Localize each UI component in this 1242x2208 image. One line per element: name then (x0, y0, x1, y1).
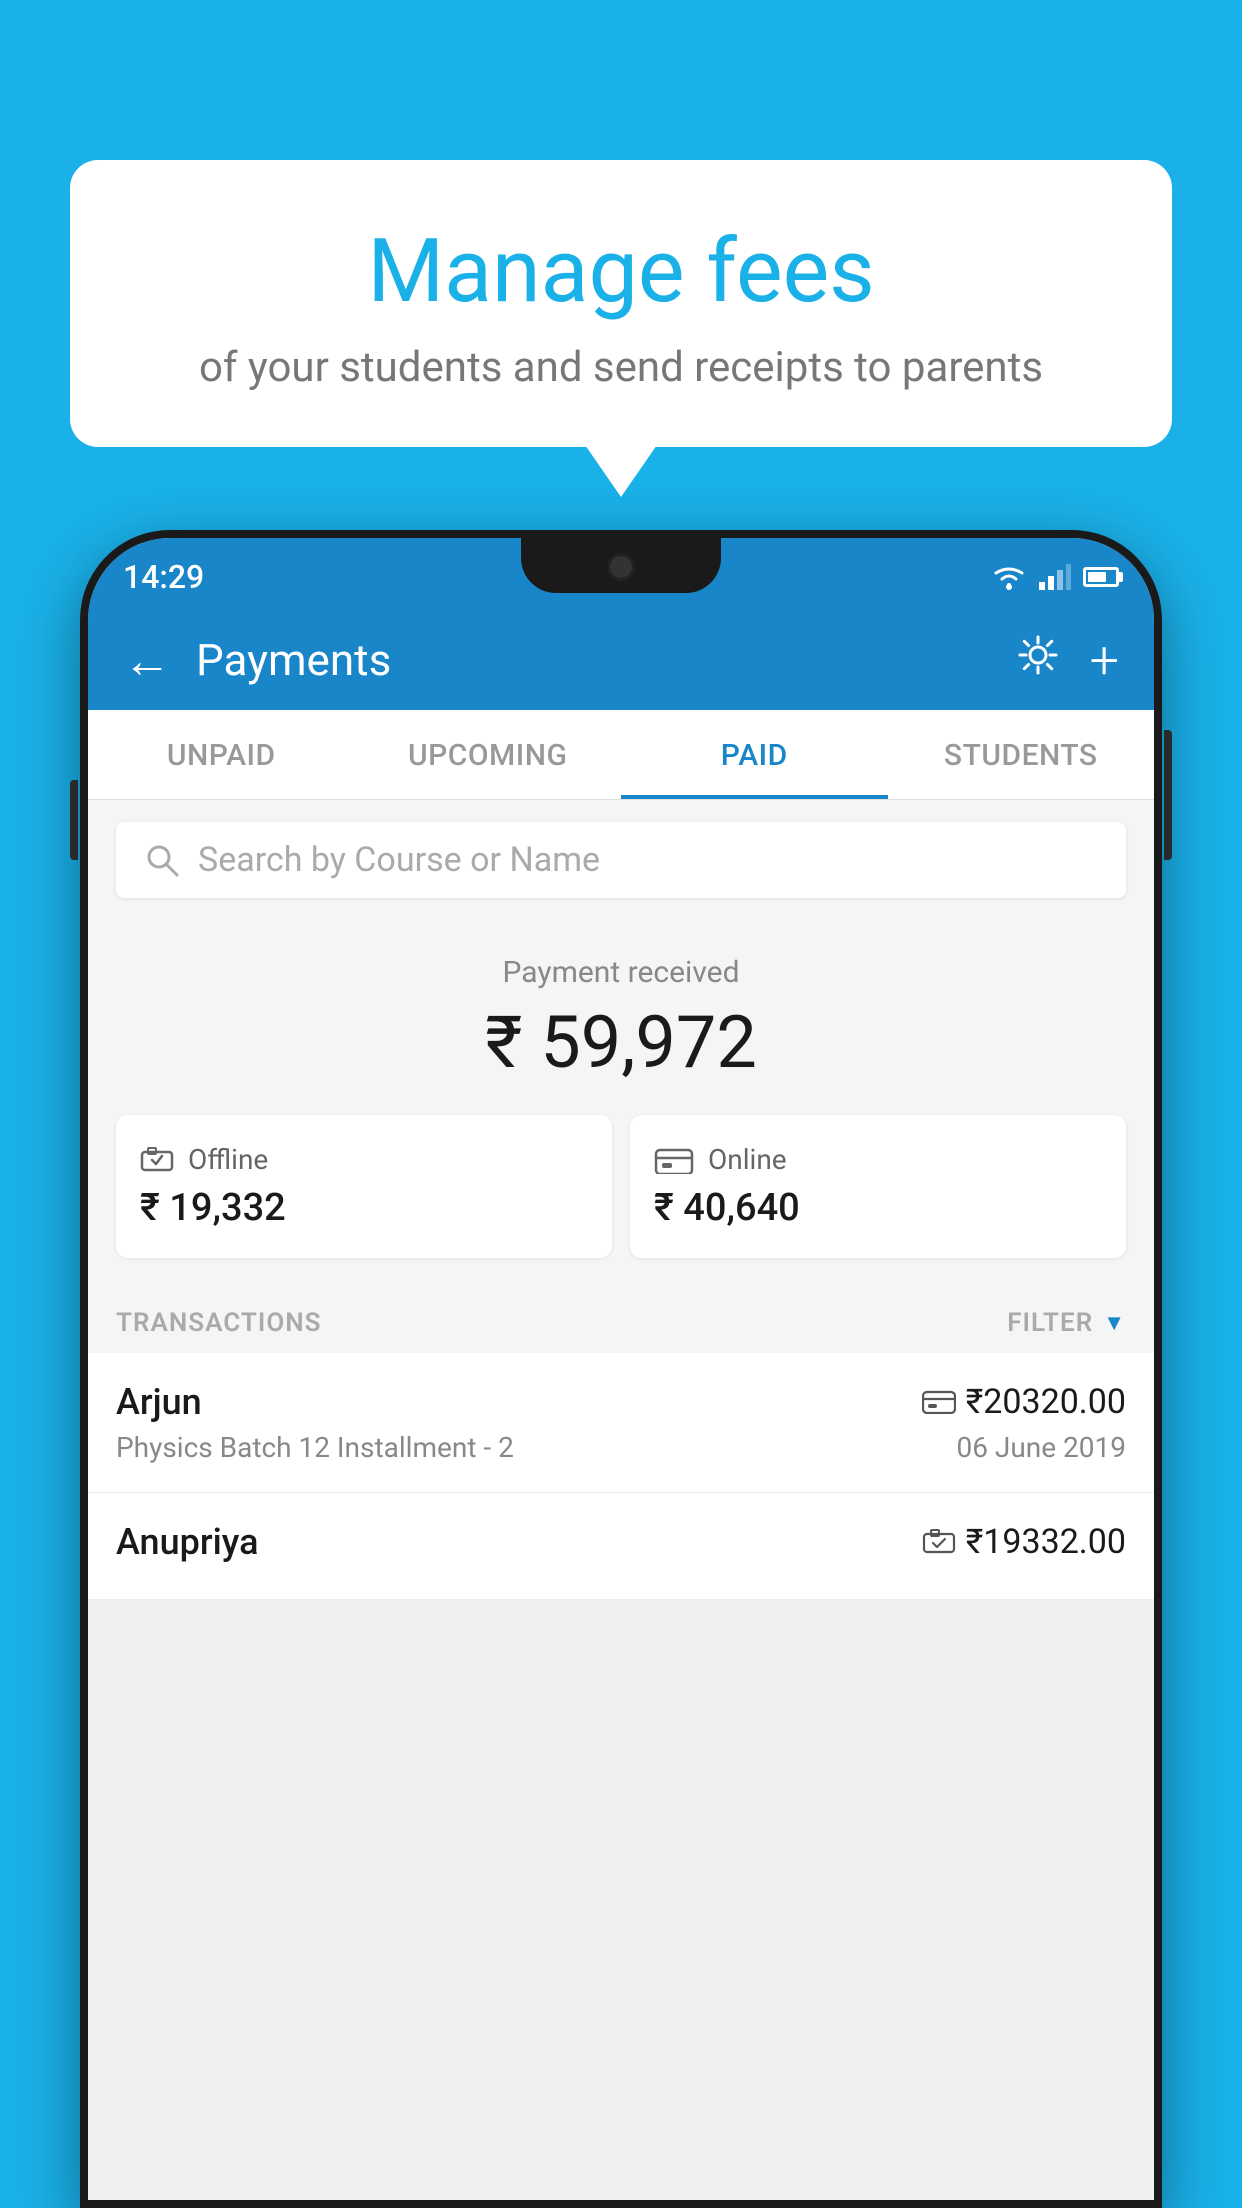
search-placeholder: Search by Course or Name (198, 840, 600, 880)
add-button[interactable]: + (1090, 630, 1119, 691)
phone-camera (607, 553, 635, 581)
tab-paid[interactable]: PAID (621, 710, 888, 799)
transaction-name: Arjun (116, 1381, 202, 1423)
header-actions: + (1016, 630, 1119, 691)
battery-icon (1083, 567, 1119, 587)
transaction-amount-wrap: ₹19332.00 (922, 1522, 1126, 1562)
online-payment-card: Online ₹ 40,640 (630, 1115, 1126, 1258)
status-time: 14:29 (123, 558, 204, 596)
transaction-amount-wrap: ₹20320.00 (922, 1382, 1126, 1422)
offline-payment-icon (922, 1529, 956, 1555)
payment-amount: ₹ 59,972 (116, 1000, 1126, 1085)
filter-icon: ▼ (1103, 1310, 1126, 1336)
phone-notch (521, 538, 721, 593)
back-button[interactable]: ← (123, 632, 171, 689)
offline-amount: ₹ 19,332 (140, 1186, 588, 1230)
wifi-icon (991, 563, 1027, 591)
transaction-amount: ₹20320.00 (966, 1382, 1126, 1422)
speech-bubble-subtitle: of your students and send receipts to pa… (120, 343, 1122, 392)
status-icons (991, 563, 1119, 591)
tab-upcoming[interactable]: UPCOMING (355, 710, 622, 799)
transaction-amount: ₹19332.00 (966, 1522, 1126, 1562)
online-amount: ₹ 40,640 (654, 1186, 1102, 1230)
speech-bubble: Manage fees of your students and send re… (70, 160, 1172, 447)
transaction-date: 06 June 2019 (956, 1431, 1126, 1464)
signal-icon (1039, 564, 1071, 590)
settings-icon[interactable] (1016, 633, 1060, 688)
transaction-row-bottom: Physics Batch 12 Installment - 2 06 June… (116, 1431, 1126, 1464)
filter-button[interactable]: FILTER ▼ (1007, 1308, 1126, 1338)
page-title: Payments (196, 634, 991, 686)
speech-bubble-title: Manage fees (120, 220, 1122, 323)
search-icon (144, 842, 180, 878)
payment-received-section: Payment received ₹ 59,972 (88, 920, 1154, 1115)
online-label: Online (708, 1143, 787, 1176)
tabs-bar: UNPAID UPCOMING PAID STUDENTS (88, 710, 1154, 800)
phone-frame: 14:29 (80, 530, 1162, 2208)
tab-unpaid[interactable]: UNPAID (88, 710, 355, 799)
phone-screen: 14:29 (88, 538, 1154, 2200)
transactions-label: TRANSACTIONS (116, 1308, 322, 1338)
offline-icon (140, 1146, 174, 1174)
tab-students[interactable]: STUDENTS (888, 710, 1155, 799)
transaction-row[interactable]: Arjun ₹20320.00 Physics Batch 12 Install… (88, 1353, 1154, 1493)
filter-label: FILTER (1007, 1308, 1093, 1338)
search-box[interactable]: Search by Course or Name (116, 822, 1126, 898)
online-card-header: Online (654, 1143, 1102, 1176)
transaction-row-top: Arjun ₹20320.00 (116, 1381, 1126, 1423)
payment-received-label: Payment received (116, 955, 1126, 990)
transaction-row-top: Anupriya ₹19332.00 (116, 1521, 1126, 1563)
online-icon (654, 1146, 694, 1174)
power-button (1164, 730, 1172, 860)
transaction-row[interactable]: Anupriya ₹19332.00 (88, 1493, 1154, 1600)
payment-cards: Offline ₹ 19,332 Online ₹ 40,640 (88, 1115, 1154, 1288)
app-header: ← Payments + (88, 610, 1154, 710)
offline-card-header: Offline (140, 1143, 588, 1176)
search-container: Search by Course or Name (88, 800, 1154, 920)
transaction-course: Physics Batch 12 Installment - 2 (116, 1431, 514, 1464)
offline-label: Offline (188, 1143, 268, 1176)
online-payment-icon (922, 1390, 956, 1414)
volume-button (70, 780, 78, 860)
transaction-name: Anupriya (116, 1521, 259, 1563)
offline-payment-card: Offline ₹ 19,332 (116, 1115, 612, 1258)
transactions-header: TRANSACTIONS FILTER ▼ (88, 1288, 1154, 1353)
